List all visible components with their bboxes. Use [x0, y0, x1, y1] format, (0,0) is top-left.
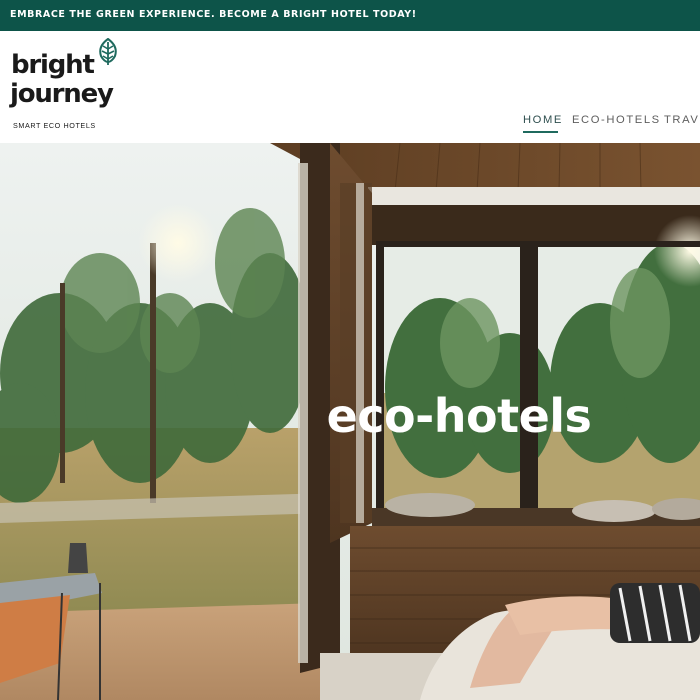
- logo-word-journey: journey: [10, 79, 114, 109]
- nav-item-home[interactable]: HOME: [523, 114, 563, 126]
- site-header: bright journey SMART ECO HOTELS HOME ECO…: [0, 31, 700, 143]
- site-logo[interactable]: bright journey SMART ECO HOTELS: [10, 38, 140, 133]
- announcement-link[interactable]: EMBRACE THE GREEN EXPERIENCE. BECOME A B…: [10, 9, 417, 20]
- nav-item-travel[interactable]: TRAVE: [664, 114, 700, 126]
- nav-active-indicator: [523, 131, 558, 133]
- hero-title: eco-hotels: [326, 389, 592, 443]
- logo-tagline: SMART ECO HOTELS: [13, 121, 96, 130]
- leaf-icon: [99, 38, 117, 65]
- nav-item-eco-hotels[interactable]: ECO-HOTELS: [572, 114, 661, 126]
- logo-word-bright: bright: [11, 50, 95, 80]
- hero-section: eco-hotels: [0, 143, 700, 700]
- announcement-banner: EMBRACE THE GREEN EXPERIENCE. BECOME A B…: [0, 0, 700, 31]
